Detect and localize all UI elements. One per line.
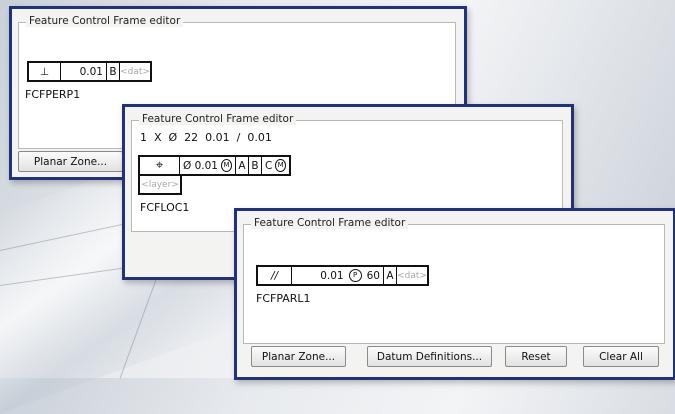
datum-placeholder[interactable]: <dat> (397, 267, 427, 284)
planar-zone-button[interactable]: Planar Zone... (18, 151, 123, 172)
datum-a-cell[interactable]: A (236, 157, 249, 174)
layer-placeholder[interactable]: <layer> (140, 176, 180, 193)
mmc-modifier-icon: M (220, 159, 232, 172)
perpendicularity-symbol-icon[interactable]: ⊥ (29, 63, 61, 80)
planar-zone-button[interactable]: Planar Zone... (251, 346, 346, 367)
datum-definitions-button[interactable]: Datum Definitions... (367, 346, 492, 367)
fcf-editor-group: Feature Control Frame editor // 0.01 P 6… (243, 217, 665, 344)
reset-button[interactable]: Reset (505, 346, 567, 367)
projected-height-value: 60 (366, 269, 380, 282)
frame-name-label: FCFLOC1 (140, 201, 190, 214)
composite-header-line: 1 X Ø 22 0.01 / 0.01 (140, 131, 272, 144)
frame-name-label: FCFPERP1 (25, 88, 81, 101)
tolerance-cell[interactable]: Ø 0.01 M (180, 157, 236, 174)
tolerance-value: Ø 0.01 (183, 159, 218, 172)
feature-control-frame[interactable]: // 0.01 P 60 A <dat> (256, 265, 429, 286)
group-title: Feature Control Frame editor (139, 113, 297, 125)
datum-cell[interactable]: A (384, 267, 397, 284)
tolerance-cell[interactable]: 0.01 P 60 (292, 267, 384, 284)
feature-control-frame[interactable]: ⊥ 0.01 B <dat> (27, 61, 152, 82)
tolerance-value: 0.01 (320, 269, 344, 282)
datum-placeholder[interactable]: <dat> (120, 63, 150, 80)
parallelism-symbol-icon[interactable]: // (258, 267, 292, 284)
layer-placeholder-box[interactable]: <layer> (138, 174, 182, 195)
group-title: Feature Control Frame editor (251, 217, 409, 229)
mmc-modifier-icon: M (275, 159, 286, 172)
datum-b-cell[interactable]: B (249, 157, 262, 174)
datum-c-value: C (265, 159, 273, 172)
tolerance-cell[interactable]: 0.01 (61, 63, 107, 80)
position-symbol-icon[interactable]: ⌖ (140, 157, 180, 174)
datum-cell[interactable]: B (107, 63, 120, 80)
projected-zone-modifier-icon: P (348, 269, 362, 282)
group-title: Feature Control Frame editor (26, 15, 184, 27)
feature-control-frame[interactable]: ⌖ Ø 0.01 M A B C M (138, 155, 291, 176)
frame-name-label: FCFPARL1 (256, 292, 311, 305)
datum-c-cell[interactable]: C M (262, 157, 289, 174)
fcf-editor-window-parallelism: Feature Control Frame editor // 0.01 P 6… (234, 208, 675, 380)
clear-all-button[interactable]: Clear All (583, 346, 659, 367)
